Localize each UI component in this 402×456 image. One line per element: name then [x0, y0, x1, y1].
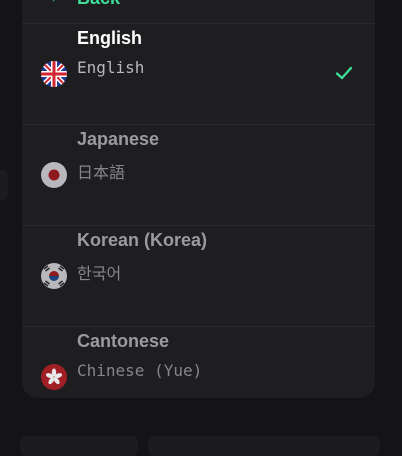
background-chip [148, 436, 380, 456]
language-name: Korean (Korea) [77, 230, 208, 250]
language-name: Japanese [77, 129, 160, 149]
language-option-japanese[interactable]: Japanese 日本語 [22, 125, 375, 226]
language-list: English English Japanese 日本語 Korean (Kor… [22, 24, 375, 398]
back-label: Back [77, 0, 120, 9]
background-chip [20, 436, 138, 456]
korea-flag-icon [41, 263, 67, 289]
language-option-korean[interactable]: Korean (Korea) 한국어 [22, 226, 375, 327]
checkmark-icon [335, 66, 353, 80]
language-picker-panel: ← Back English English [22, 0, 375, 398]
language-option-cantonese[interactable]: Cantonese Chinese (Yue) [22, 327, 375, 398]
language-name: Cantonese [77, 331, 170, 351]
language-name: English [77, 28, 143, 48]
japan-flag-icon [41, 162, 67, 188]
language-option-english[interactable]: English English [22, 24, 375, 125]
back-button[interactable]: ← Back [22, 0, 375, 24]
background-chip [0, 170, 8, 200]
language-native-name: Chinese (Yue) [77, 361, 203, 380]
uk-flag-icon [41, 61, 67, 87]
hong-kong-flag-icon [41, 364, 67, 390]
arrow-left-icon: ← [48, 0, 66, 7]
language-native-name: English [77, 58, 145, 77]
language-native-name: 日本語 [77, 163, 126, 182]
language-native-name: 한국어 [77, 264, 122, 283]
